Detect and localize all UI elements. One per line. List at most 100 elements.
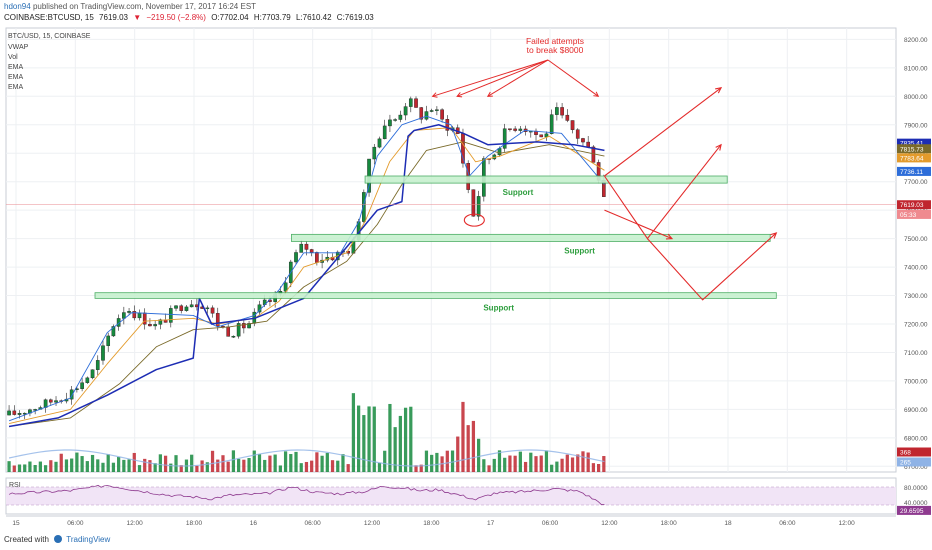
candle-body	[189, 304, 194, 308]
support-zone	[291, 233, 771, 242]
volume-bar	[90, 454, 95, 472]
legend-item-ema-2[interactable]: EMA	[8, 74, 23, 81]
volume-bar	[23, 464, 27, 472]
candle-body	[429, 110, 434, 112]
volume-bar	[273, 454, 277, 472]
x-tick-label: 17	[487, 520, 495, 527]
candle-body	[148, 324, 152, 327]
candle-body	[127, 311, 131, 313]
tradingview-link[interactable]: TradingView	[66, 535, 110, 544]
volume-bar	[143, 458, 147, 472]
volume-bar	[252, 450, 256, 472]
candle-body	[179, 305, 184, 311]
volume-bar	[137, 465, 142, 472]
volume-bar	[106, 454, 110, 472]
volume-bar	[471, 420, 476, 472]
volume-bar	[325, 452, 329, 472]
volume-bar	[367, 406, 371, 472]
x-tick-label: 18:00	[186, 520, 203, 527]
volume-bar	[80, 456, 84, 472]
volume-bar	[278, 465, 282, 472]
candle-body	[575, 129, 580, 139]
volume-bar	[576, 454, 580, 472]
candle-body	[414, 98, 418, 108]
candle-body	[560, 107, 564, 116]
candle-body	[95, 360, 100, 370]
callout-text-line-2: to break $8000	[527, 45, 584, 55]
volume-bar	[503, 457, 507, 472]
volume-bar	[586, 452, 590, 472]
volume-bar	[299, 463, 303, 472]
volume-bar	[70, 458, 74, 472]
footer: Created with TradingView	[4, 535, 110, 544]
volume-bar	[226, 461, 230, 472]
candle-body	[304, 243, 309, 250]
volume-bar	[17, 464, 22, 472]
candle-body	[294, 252, 298, 263]
legend-item-ema-1[interactable]: EMA	[8, 64, 23, 71]
volume-bar	[336, 460, 340, 472]
candle-body	[581, 138, 585, 143]
candle-body	[398, 114, 403, 120]
legend-item-ema-3[interactable]: EMA	[8, 84, 23, 91]
candle-body	[408, 98, 413, 107]
candle-body	[539, 134, 544, 138]
volume-bar	[111, 462, 116, 472]
rsi-tick-label: 40.0000	[904, 500, 928, 507]
volume-bar	[388, 403, 392, 472]
candle-body	[570, 120, 575, 130]
candle-body	[168, 308, 173, 323]
volume-bar	[492, 458, 496, 472]
volume-marker-label: 368	[900, 450, 911, 457]
y-tick-label: 7400.00	[904, 265, 928, 272]
created-with-text: Created with	[4, 535, 49, 544]
candle-body	[184, 306, 189, 311]
candle-body	[508, 128, 512, 130]
volume-bar	[210, 450, 215, 472]
volume-bar	[163, 455, 168, 472]
volume-bar	[148, 460, 152, 472]
volume-bar	[398, 415, 402, 472]
candle-body	[440, 109, 444, 120]
candle-body	[101, 345, 105, 361]
volume-bar	[33, 464, 37, 472]
candle-body	[22, 412, 27, 415]
volume-bar	[466, 425, 470, 472]
candle-body	[403, 106, 408, 116]
candle-body	[174, 305, 178, 309]
candle-body	[299, 243, 304, 253]
volume-bar	[304, 461, 309, 472]
volume-bar	[383, 450, 387, 472]
legend-item-vol[interactable]: Vol	[8, 54, 18, 61]
candle-body	[424, 111, 429, 120]
candle-body	[210, 307, 215, 314]
volume-bar	[518, 451, 522, 472]
volume-bar	[310, 460, 314, 472]
candle-body	[565, 114, 570, 121]
volume-bar	[221, 455, 225, 472]
candle-body	[555, 107, 559, 115]
price-chart[interactable]: 8200.008100.008000.007900.007800.007700.…	[0, 0, 932, 550]
y-tick-label: 7900.00	[904, 122, 928, 129]
candle-body	[377, 138, 382, 148]
volume-bar	[424, 450, 429, 472]
volume-bar	[101, 462, 105, 472]
candle-body	[513, 128, 517, 131]
volume-bar	[539, 455, 543, 472]
volume-bar	[602, 456, 606, 472]
volume-bar	[435, 452, 439, 472]
volume-bar	[330, 460, 335, 472]
x-tick-label: 06:00	[542, 520, 559, 527]
volume-bar	[38, 461, 42, 472]
price-marker-label: 7783.64	[900, 155, 924, 162]
volume-bar	[377, 462, 382, 472]
volume-bar	[242, 459, 246, 472]
volume-bar	[529, 452, 533, 472]
candle-body	[226, 326, 231, 337]
volume-bar	[430, 454, 434, 472]
legend-item-vwap[interactable]: VWAP	[8, 44, 28, 51]
volume-bar	[231, 450, 236, 472]
volume-bar	[247, 458, 251, 472]
candle-body	[142, 312, 147, 325]
candle-body	[17, 413, 22, 415]
